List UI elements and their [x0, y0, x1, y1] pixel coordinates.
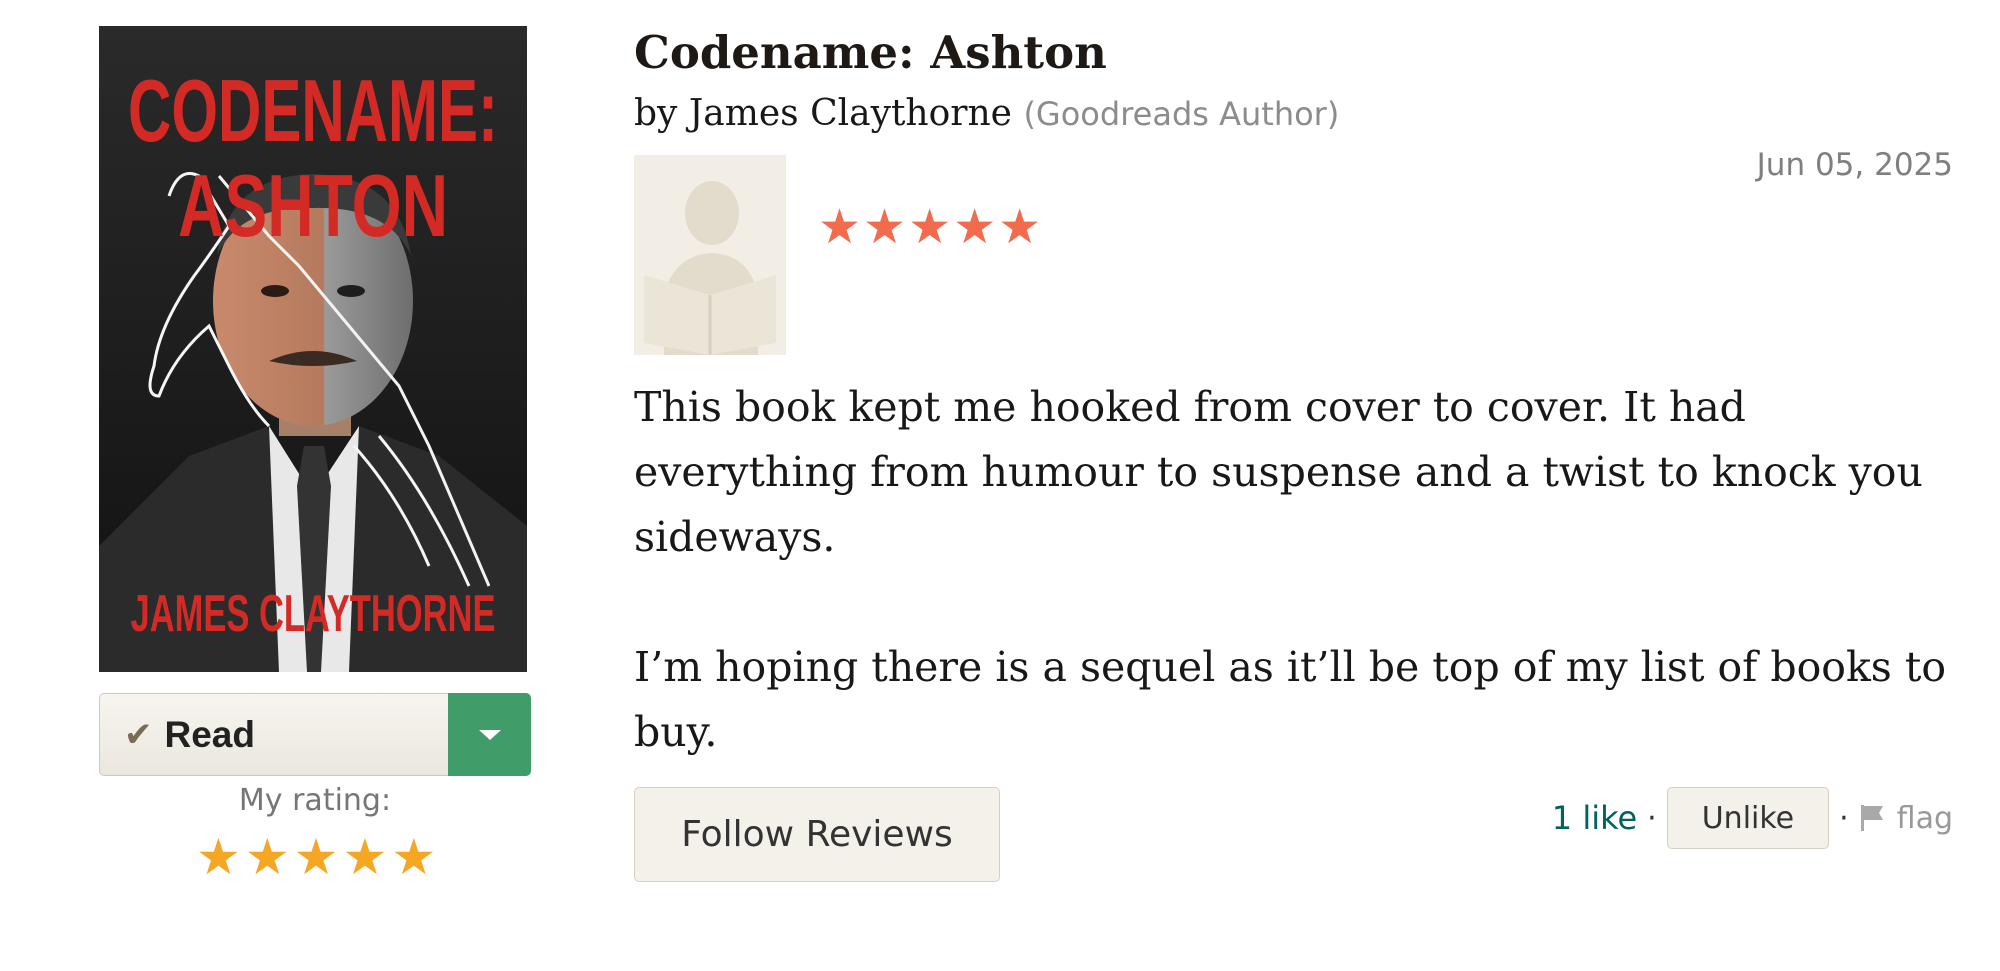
byline: by James Claythorne (Goodreads Author)	[634, 93, 1339, 134]
reviewer-avatar[interactable]	[634, 155, 786, 355]
flag-link[interactable]: flag	[1859, 801, 1953, 836]
checkmark-icon: ✔	[124, 715, 153, 754]
review-star-2: ★	[863, 199, 907, 255]
review-star-3: ★	[908, 199, 952, 255]
cover-title-line2: ASHTON	[178, 156, 448, 255]
author-badge: (Goodreads Author)	[1023, 95, 1340, 133]
my-rating-label: My rating:	[238, 783, 392, 818]
my-rating-stars[interactable]: ★ ★ ★ ★ ★	[196, 832, 436, 882]
shelf-status-label: Read	[164, 713, 255, 755]
follow-reviews-button[interactable]: Follow Reviews	[634, 787, 1000, 882]
shelf-dropdown-button[interactable]	[448, 693, 531, 776]
review-social-actions: 1 like · Unlike · flag	[1552, 787, 1953, 849]
my-rating-star-3[interactable]: ★	[294, 832, 339, 882]
review-date[interactable]: Jun 05, 2025	[1757, 147, 1953, 183]
my-rating-star-5[interactable]: ★	[391, 832, 436, 882]
my-rating-star-1[interactable]: ★	[196, 832, 241, 882]
shelf-status-button[interactable]: ✔ Read	[99, 693, 531, 776]
likes-count-link[interactable]: 1 like	[1552, 799, 1637, 837]
caret-down-icon	[478, 729, 501, 740]
cover-author: JAMES CLAYTHORNE	[131, 585, 496, 643]
shelf-status-read[interactable]: ✔ Read	[99, 693, 448, 776]
separator-dot: ·	[1647, 800, 1657, 836]
review-star-4: ★	[953, 199, 997, 255]
review-text: This book kept me hooked from cover to c…	[634, 375, 1964, 765]
my-rating-star-4[interactable]: ★	[342, 832, 387, 882]
review-star-1: ★	[818, 199, 862, 255]
my-rating-star-2[interactable]: ★	[245, 832, 290, 882]
review-paragraph-1: This book kept me hooked from cover to c…	[634, 383, 1923, 561]
review-rating-stars: ★ ★ ★ ★ ★	[818, 203, 1041, 251]
cover-title-line1: CODENAME:	[128, 61, 498, 160]
by-label: by	[634, 93, 678, 134]
review-paragraph-2: I’m hoping there is a sequel as it’ll be…	[634, 643, 1947, 756]
review-star-5: ★	[998, 199, 1042, 255]
separator-dot: ·	[1839, 800, 1849, 836]
flag-icon	[1860, 805, 1883, 831]
book-cover[interactable]: CODENAME: ASHTON JAMES CLAYTHORNE	[99, 26, 527, 672]
flag-label: flag	[1896, 800, 1953, 836]
book-title-link[interactable]: Codename: Ashton	[634, 26, 1107, 79]
unlike-button[interactable]: Unlike	[1666, 787, 1830, 849]
author-link[interactable]: James Claythorne	[689, 93, 1012, 134]
